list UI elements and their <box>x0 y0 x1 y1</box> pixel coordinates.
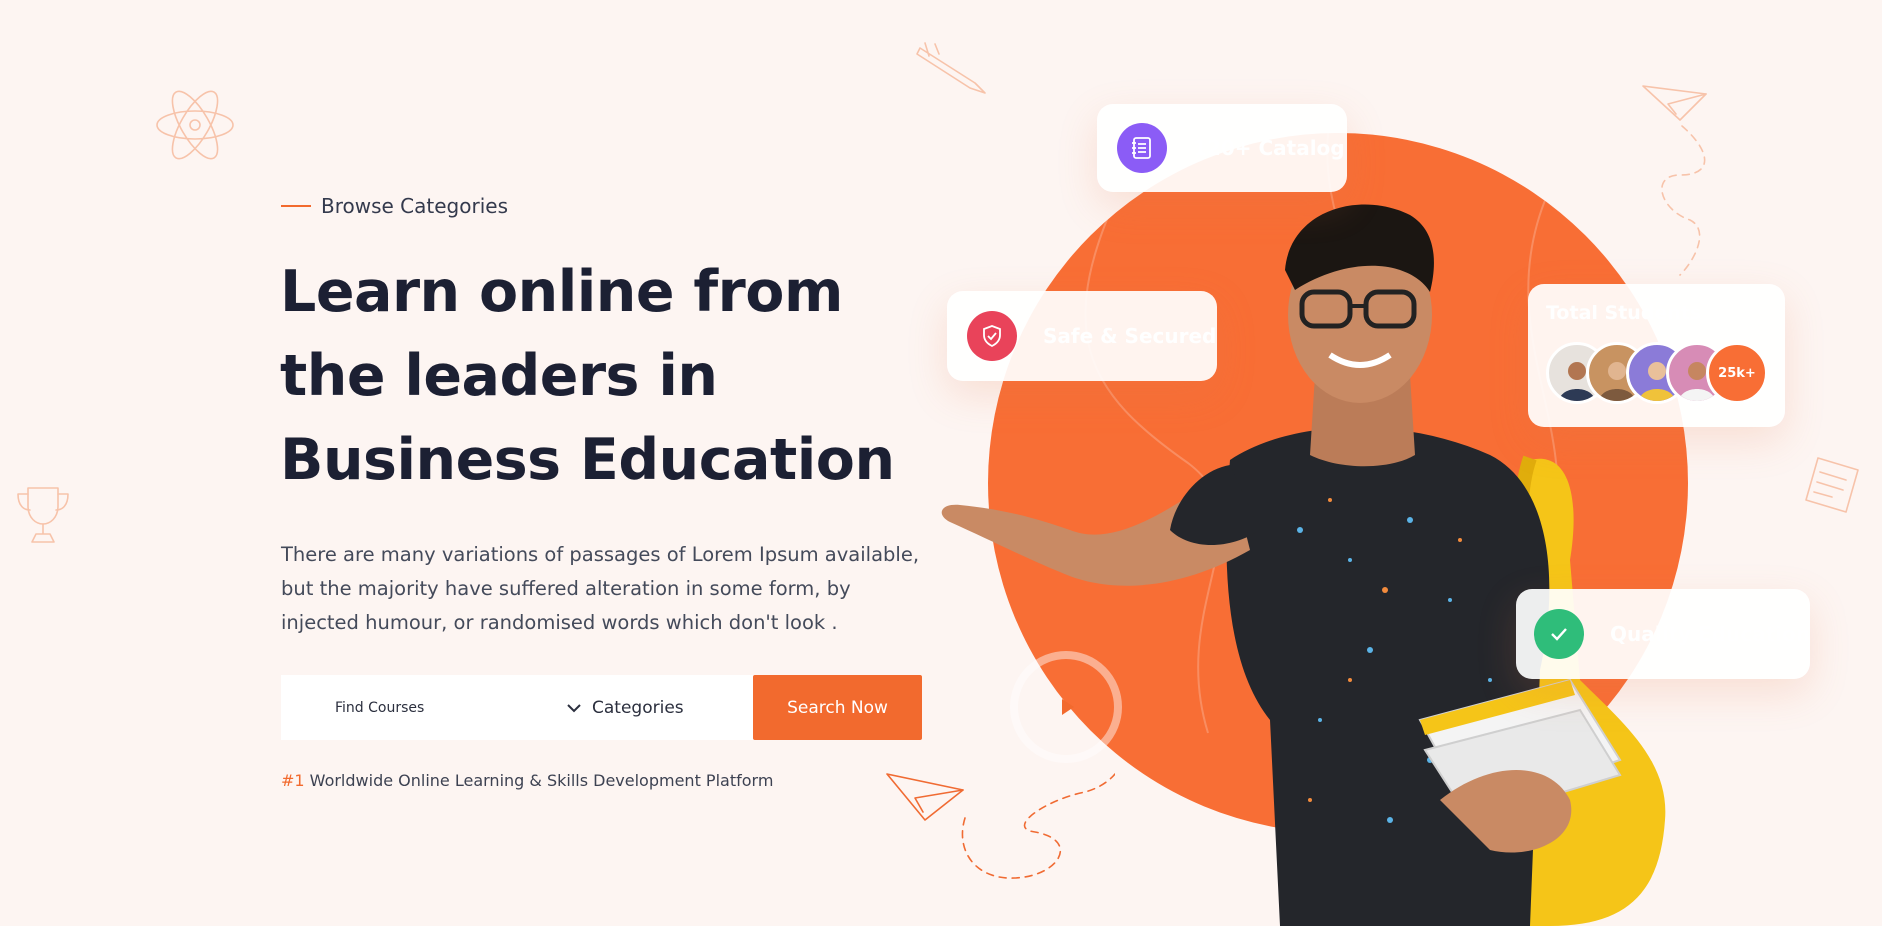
safe-icon-badge <box>967 311 1017 361</box>
catalog-icon-badge <box>1117 123 1167 173</box>
students-count-badge: 25k+ <box>1706 342 1768 404</box>
categories-dropdown[interactable]: Categories <box>566 675 684 740</box>
safe-secured-card: Safe & Secured <box>947 291 1217 381</box>
safe-secured-label: Safe & Secured <box>1043 324 1217 348</box>
tagline-text: Worldwide Online Learning & Skills Devel… <box>304 771 774 790</box>
browse-categories-eyebrow: Browse Categories <box>281 194 508 218</box>
tagline-rank: #1 <box>281 771 305 790</box>
quality-icon-badge <box>1534 609 1584 659</box>
student-avatars: 25k+ <box>1546 342 1768 404</box>
quality-education-label: Quality Education <box>1610 622 1810 646</box>
search-now-button[interactable]: Search Now <box>753 675 922 740</box>
atom-doodle <box>156 90 234 160</box>
catalog-label: 120+ Catalog <box>1193 136 1345 160</box>
find-courses-input[interactable] <box>335 699 545 716</box>
catalog-card: 120+ Catalog <box>1097 104 1347 192</box>
check-icon <box>1551 628 1567 641</box>
categories-label: Categories <box>592 697 684 718</box>
eyebrow-label: Browse Categories <box>321 194 508 218</box>
total-students-label: Total Students <box>1546 302 1702 324</box>
hero-description: There are many variations of passages of… <box>281 543 920 634</box>
shield-check-icon <box>983 325 1001 348</box>
quality-education-card: Quality Education <box>1516 589 1810 679</box>
total-students-card: Total Students 25k+ <box>1528 284 1785 427</box>
notebook-icon <box>1132 137 1151 159</box>
trophy-doodle <box>17 487 69 543</box>
hero-title: Learn online from the leaders in Busines… <box>280 259 895 493</box>
course-search-bar: Categories Search Now <box>281 675 922 740</box>
document-doodle <box>1805 457 1859 513</box>
chevron-down-icon <box>567 703 581 712</box>
eyebrow-dash <box>281 205 311 207</box>
pencil-doodle <box>916 42 986 94</box>
platform-tagline: #1 Worldwide Online Learning & Skills De… <box>281 771 773 790</box>
